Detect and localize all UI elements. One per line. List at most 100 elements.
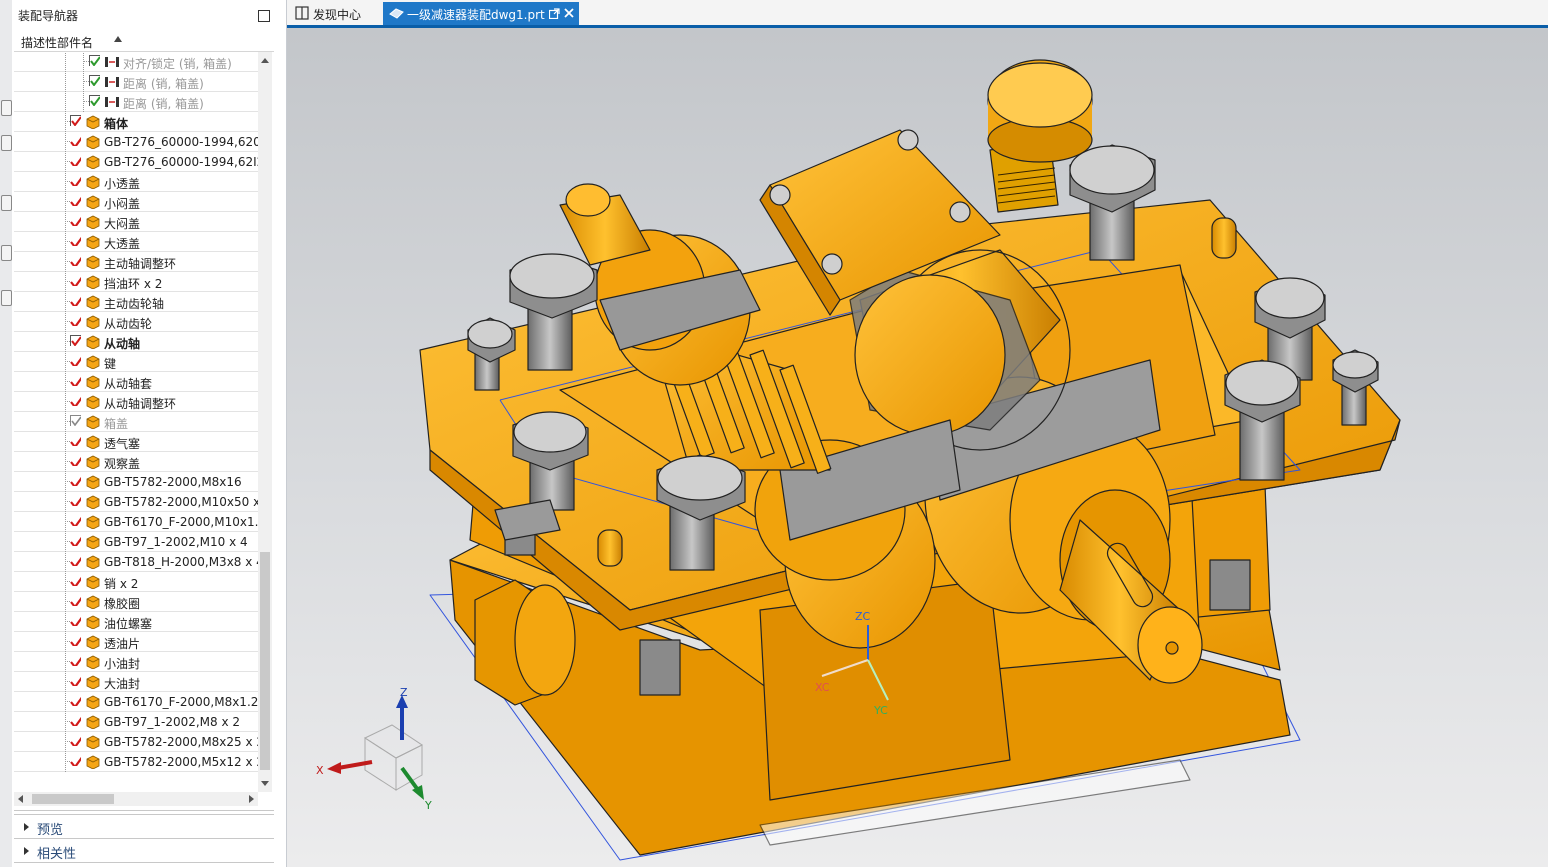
component-icon (86, 435, 100, 449)
visibility-checkbox[interactable] (89, 55, 100, 66)
visibility-checkbox[interactable] (70, 655, 81, 666)
tree-node[interactable]: 从动齿轮 (14, 311, 258, 332)
tab-assembly-file[interactable]: 一级减速器装配dwg1.prt (383, 2, 579, 25)
tree-node[interactable]: 挡油环 x 2 (14, 271, 258, 292)
resource-tab-icon[interactable] (1, 245, 12, 261)
resource-tab-icon[interactable] (1, 135, 12, 151)
scroll-up-icon[interactable] (261, 58, 269, 63)
tree-node[interactable]: 透油片 (14, 631, 258, 652)
tree-node[interactable]: 大透盖 (14, 231, 258, 252)
tree-node[interactable]: GB-T97_1-2002,M8 x 2 (14, 711, 258, 732)
visibility-checkbox[interactable] (70, 595, 81, 606)
visibility-checkbox[interactable] (70, 455, 81, 466)
visibility-checkbox[interactable] (70, 195, 81, 206)
resource-tab-icon[interactable] (1, 100, 12, 116)
view-triad[interactable]: Z X Y (316, 686, 432, 812)
tree-node[interactable]: 观察盖 (14, 451, 258, 472)
visibility-checkbox[interactable] (70, 175, 81, 186)
visibility-checkbox[interactable] (70, 515, 81, 526)
tree-node[interactable]: 从动轴 (14, 331, 258, 352)
tree-node[interactable]: 销 x 2 (14, 571, 258, 592)
visibility-checkbox[interactable] (89, 75, 100, 86)
triad-y-label: Y (424, 799, 432, 812)
visibility-checkbox[interactable] (70, 275, 81, 286)
visibility-checkbox[interactable] (70, 675, 81, 686)
component-icon (86, 375, 100, 389)
tree-node[interactable]: 箱体 (14, 111, 258, 132)
column-header[interactable]: 描述性部件名 (14, 31, 274, 52)
tree-node[interactable]: GB-T6170_F-2000,M10x1.5 (14, 511, 258, 532)
tree-node[interactable]: 箱盖 (14, 411, 258, 432)
visibility-checkbox[interactable] (70, 375, 81, 386)
tree-node[interactable]: 橡胶圈 (14, 591, 258, 612)
scroll-left-icon[interactable] (18, 795, 23, 803)
visibility-checkbox[interactable] (70, 755, 81, 766)
tree-node[interactable]: 主动齿轮轴 (14, 291, 258, 312)
visibility-checkbox[interactable] (70, 495, 81, 506)
tree-node[interactable]: 大闷盖 (14, 211, 258, 232)
visibility-checkbox[interactable] (70, 235, 81, 246)
tree-node-label: 从动轴调整环 (104, 397, 177, 411)
tree-node[interactable]: GB-T5782-2000,M10x50 x (14, 491, 258, 512)
close-icon[interactable] (564, 8, 574, 18)
tree-node[interactable]: GB-T6170_F-2000,M8x1.25 (14, 691, 258, 712)
visibility-checkbox[interactable] (70, 395, 81, 406)
visibility-checkbox[interactable] (70, 555, 81, 566)
visibility-checkbox[interactable] (70, 715, 81, 726)
visibility-checkbox[interactable] (70, 475, 81, 486)
visibility-checkbox[interactable] (89, 95, 100, 106)
wcs-xc-label: XC (815, 681, 830, 694)
tree-node[interactable]: GB-T818_H-2000,M3x8 x 4 (14, 551, 258, 572)
tree-node[interactable]: 小油封 (14, 651, 258, 672)
graphics-window[interactable]: ZC XC YC Z X Y (287, 28, 1548, 867)
column-header-label: 描述性部件名 (21, 36, 94, 50)
horizontal-scrollbar[interactable] (14, 792, 258, 806)
visibility-checkbox[interactable] (70, 315, 81, 326)
vertical-scrollbar[interactable] (258, 52, 272, 792)
visibility-checkbox[interactable] (70, 115, 81, 126)
visibility-checkbox[interactable] (70, 695, 81, 706)
constraint-node[interactable]: 距离 (销, 箱盖) (14, 91, 258, 112)
visibility-checkbox[interactable] (70, 355, 81, 366)
visibility-checkbox[interactable] (70, 215, 81, 226)
tree-node[interactable]: GB-T97_1-2002,M10 x 4 (14, 531, 258, 552)
visibility-checkbox[interactable] (70, 635, 81, 646)
visibility-checkbox[interactable] (70, 295, 81, 306)
visibility-checkbox[interactable] (70, 155, 81, 166)
scroll-thumb[interactable] (260, 552, 270, 770)
tab-discover-center[interactable]: 发现中心 (289, 2, 381, 25)
visibility-checkbox[interactable] (70, 415, 81, 426)
constraint-node[interactable]: 对齐/锁定 (销, 箱盖) (14, 52, 258, 72)
scroll-down-icon[interactable] (261, 781, 269, 786)
tree-node[interactable]: GB-T5782-2000,M5x12 x 2 (14, 751, 258, 772)
maximize-icon[interactable] (258, 10, 270, 22)
constraint-node[interactable]: 距离 (销, 箱盖) (14, 71, 258, 92)
tree-node[interactable]: 键 (14, 351, 258, 372)
visibility-checkbox[interactable] (70, 575, 81, 586)
tree-node[interactable]: 大油封 (14, 671, 258, 692)
visibility-checkbox[interactable] (70, 135, 81, 146)
tree-node[interactable]: GB-T276_60000-1994,62I2 (14, 151, 258, 172)
hscroll-thumb[interactable] (32, 794, 114, 804)
tree-node[interactable]: 从动轴调整环 (14, 391, 258, 412)
tree-node[interactable]: GB-T276_60000-1994,6202 (14, 131, 258, 152)
visibility-checkbox[interactable] (70, 255, 81, 266)
visibility-checkbox[interactable] (70, 435, 81, 446)
tree-node[interactable]: 透气塞 (14, 431, 258, 452)
tree-node[interactable]: 主动轴调整环 (14, 251, 258, 272)
visibility-checkbox[interactable] (70, 735, 81, 746)
visibility-checkbox[interactable] (70, 615, 81, 626)
visibility-checkbox[interactable] (70, 335, 81, 346)
tree-node[interactable]: 小闷盖 (14, 191, 258, 212)
visibility-checkbox[interactable] (70, 535, 81, 546)
resource-tab-icon[interactable] (1, 290, 12, 306)
tree-node[interactable]: 小透盖 (14, 171, 258, 192)
tree-node[interactable]: 油位螺塞 (14, 611, 258, 632)
tree-node[interactable]: 从动轴套 (14, 371, 258, 392)
resource-tab-icon[interactable] (1, 195, 12, 211)
scroll-right-icon[interactable] (249, 795, 254, 803)
pop-out-icon[interactable] (549, 8, 560, 19)
reducer-assembly-model[interactable]: ZC XC YC Z X Y (287, 28, 1548, 867)
tree-node[interactable]: GB-T5782-2000,M8x25 x 2 (14, 731, 258, 752)
tree-node[interactable]: GB-T5782-2000,M8x16 (14, 471, 258, 492)
